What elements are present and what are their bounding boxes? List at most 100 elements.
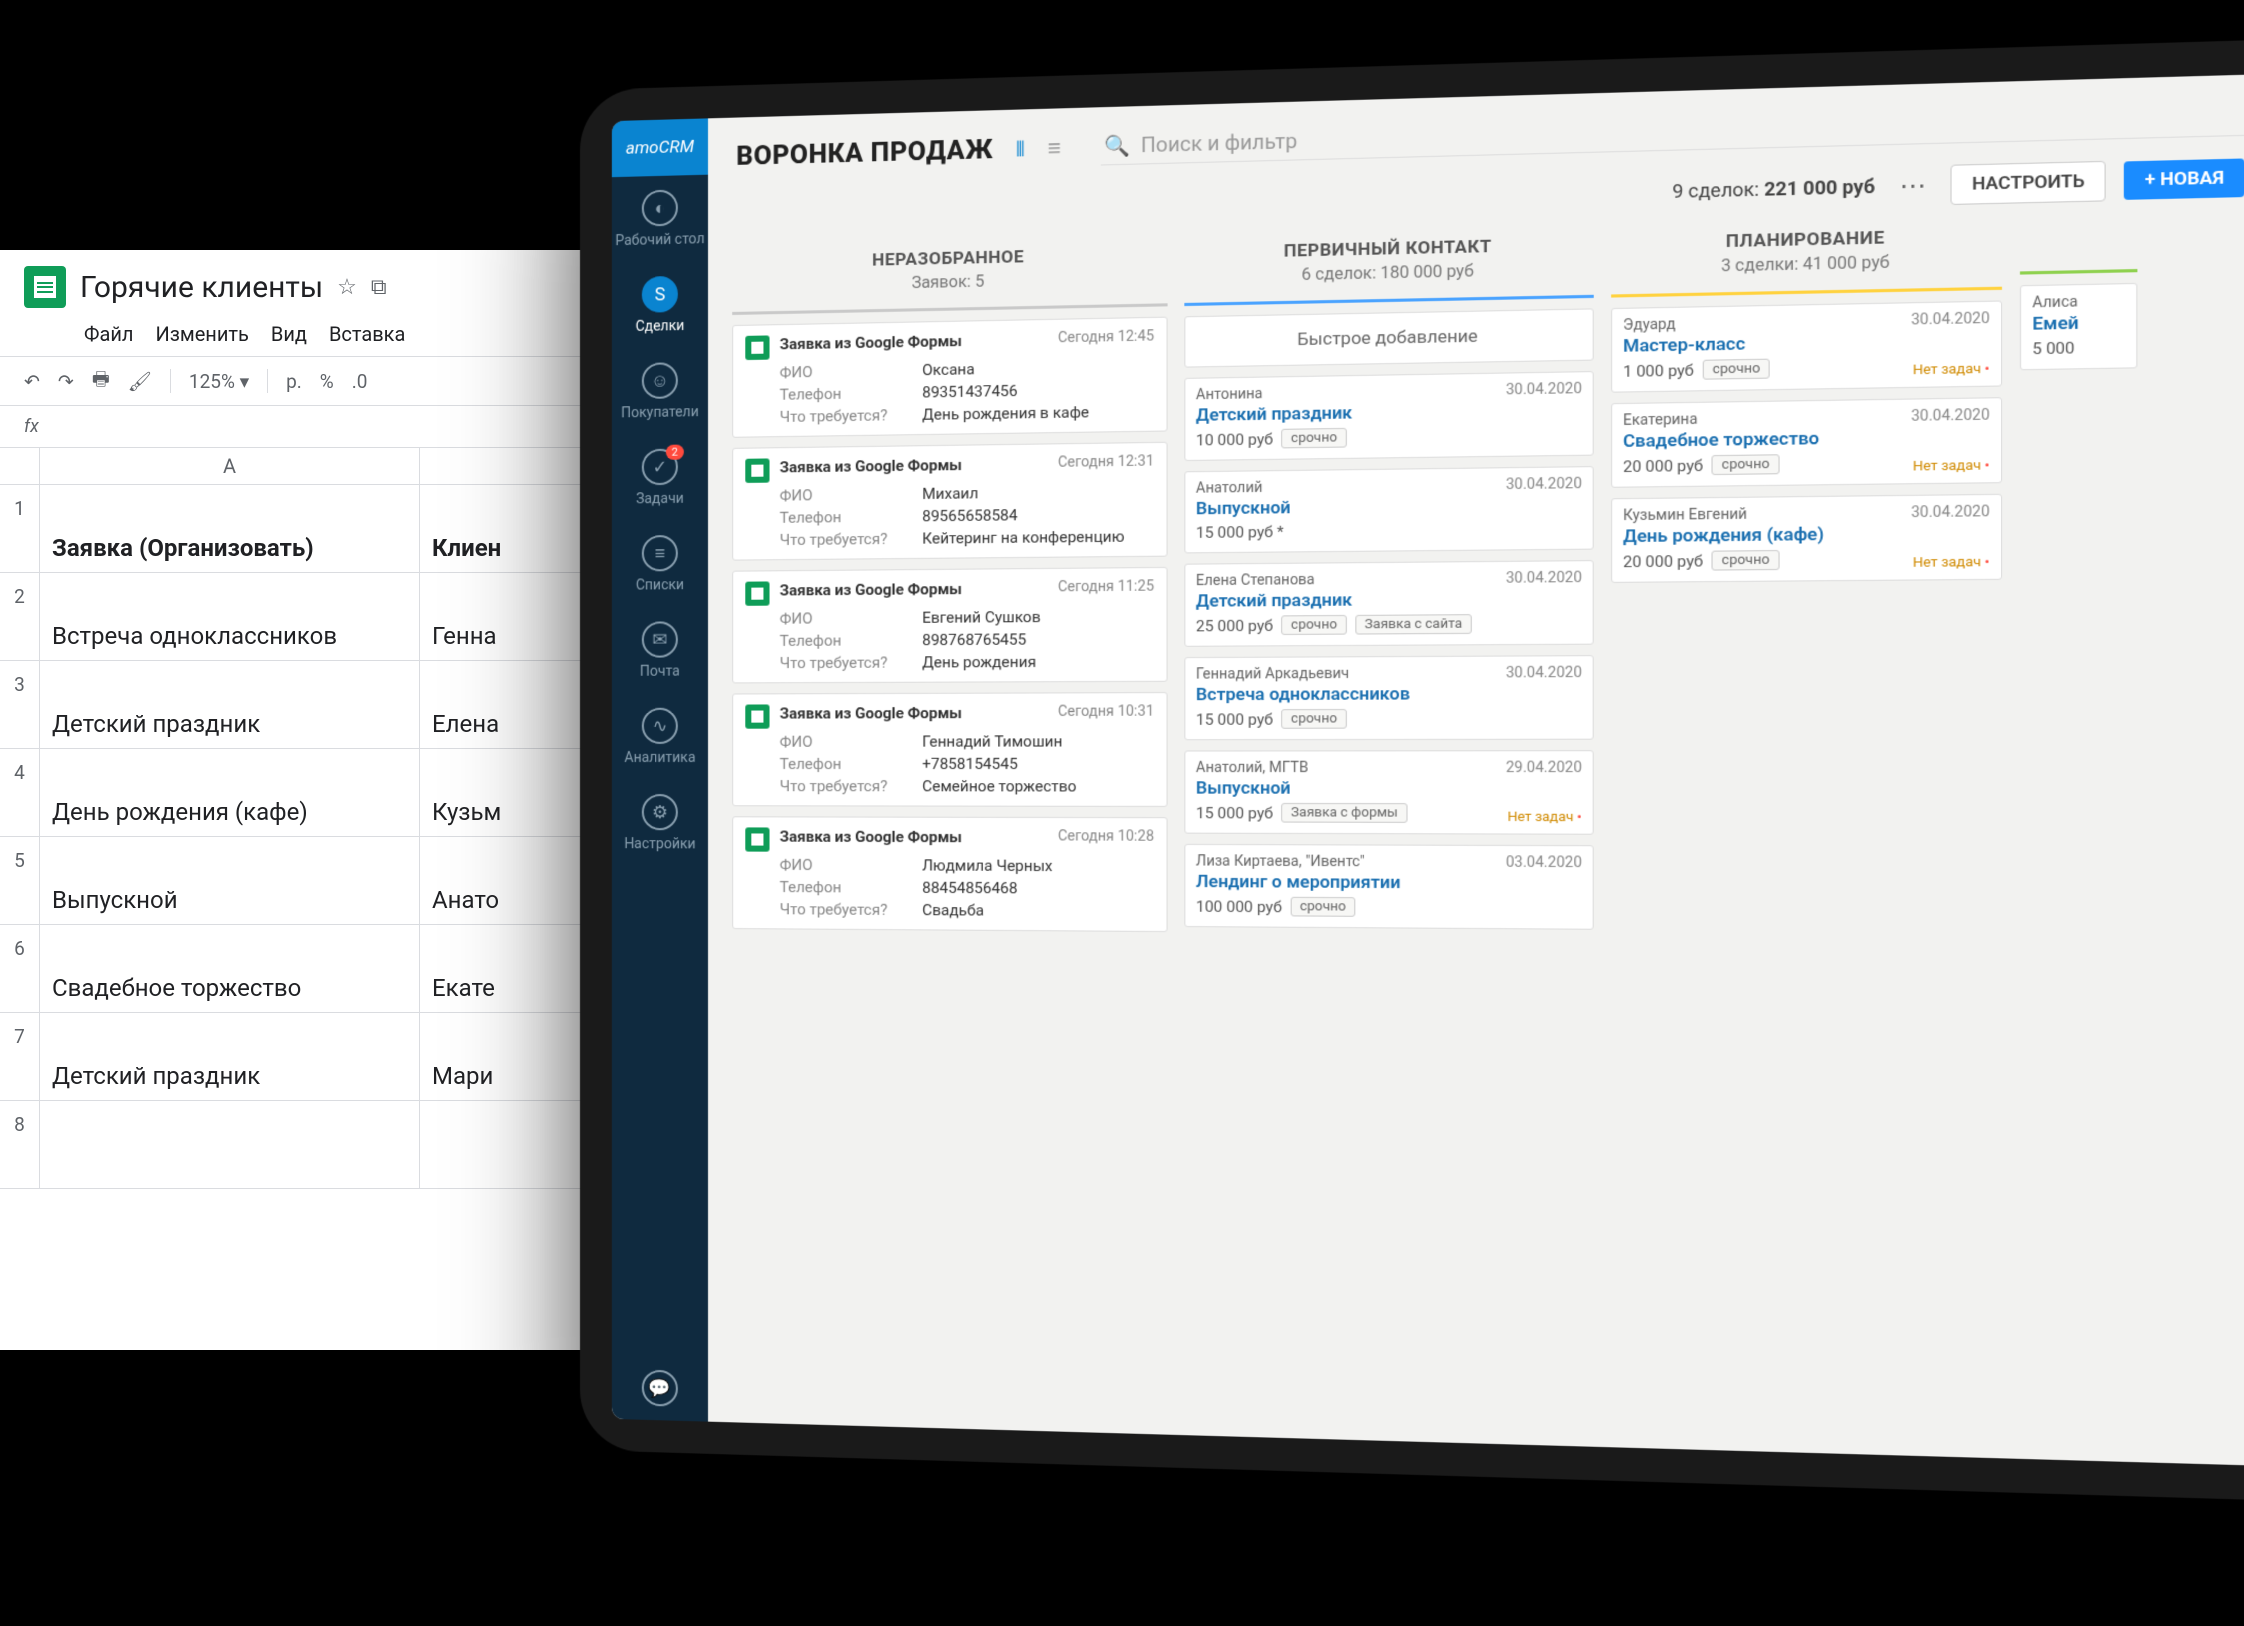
tag: срочно <box>1282 615 1347 635</box>
tag: срочно <box>1290 897 1355 917</box>
deal-card[interactable]: Анатолий 30.04.2020 Выпускной 15 000 руб… <box>1184 466 1593 553</box>
nav-deals[interactable]: S Сделки <box>612 261 708 349</box>
redo-icon[interactable]: ↷ <box>58 370 74 393</box>
cell[interactable]: Детский праздник <box>40 661 420 748</box>
deal-price: 1 000 руб <box>1623 360 1694 380</box>
deal-card[interactable]: Алиса Емей 5 000 <box>2020 283 2137 370</box>
cell[interactable] <box>40 1101 420 1188</box>
field-value: Свадьба <box>922 901 984 920</box>
row-number[interactable]: 6 <box>0 925 40 1012</box>
kanban-view-icon[interactable]: ⦀ <box>1016 136 1025 161</box>
table-row: 2 Встреча одноклассников Генна <box>0 573 620 661</box>
deal-card[interactable]: Кузьмин Евгений 30.04.2020 День рождения… <box>1611 494 2002 583</box>
nav-tasks[interactable]: ✓ 2 Задачи <box>612 434 708 522</box>
lead-time: Сегодня 12:45 <box>1058 328 1154 346</box>
menu-file[interactable]: Файл <box>84 322 133 346</box>
menu-view[interactable]: Вид <box>271 322 307 346</box>
row-number[interactable]: 1 <box>0 485 40 572</box>
column-subtitle: 3 сделки: 41 000 руб <box>1611 249 2002 277</box>
more-icon[interactable]: ⋯ <box>1893 170 1933 201</box>
lead-card[interactable]: Заявка из Google Формы Сегодня 11:25 ФИО… <box>732 567 1167 684</box>
deal-card[interactable]: Антонина 30.04.2020 Детский праздник 10 … <box>1184 371 1593 461</box>
lead-card[interactable]: Заявка из Google Формы Сегодня 12:45 ФИО… <box>732 317 1167 438</box>
star-icon[interactable]: ☆ <box>337 275 357 300</box>
deals-total: 9 сделок: 221 000 руб <box>1672 176 1875 203</box>
paint-format-icon[interactable]: 🖌 <box>128 370 152 393</box>
lead-time: Сегодня 10:28 <box>1058 828 1154 845</box>
deal-card[interactable]: Екатерина 30.04.2020 Свадебное торжество… <box>1611 397 2002 488</box>
sheets-window: Горячие клиенты ☆ ⧉ Файл Изменить Вид Вс… <box>0 250 620 1350</box>
new-deal-button[interactable]: + НОВАЯ <box>2124 158 2244 199</box>
nav-analytics[interactable]: ∿ Аналитика <box>612 694 708 780</box>
lead-title: Заявка из Google Формы <box>780 827 1048 846</box>
cell[interactable]: Детский праздник <box>40 1013 420 1100</box>
deal-price: 10 000 руб <box>1196 429 1273 449</box>
nav-desktop[interactable]: ◐ Рабочий стол <box>612 175 708 264</box>
menu-edit[interactable]: Изменить <box>155 322 248 346</box>
row-number[interactable]: 7 <box>0 1013 40 1100</box>
chat-icon: 💬 <box>642 1370 678 1407</box>
tasks-badge: 2 <box>666 445 684 460</box>
deal-date: 30.04.2020 <box>1506 570 1582 587</box>
nav-settings[interactable]: ⚙ Настройки <box>612 780 708 867</box>
deal-name: Емей <box>2032 312 2125 335</box>
row-number[interactable]: 2 <box>0 573 40 660</box>
row-number[interactable]: 8 <box>0 1101 40 1188</box>
deal-card[interactable]: Анатолий, МГТВ 29.04.2020 Выпускной 15 0… <box>1184 750 1593 835</box>
lead-card[interactable]: Заявка из Google Формы Сегодня 10:31 ФИО… <box>732 692 1167 807</box>
undo-icon[interactable]: ↶ <box>24 370 40 393</box>
menu-insert[interactable]: Вставка <box>329 322 405 346</box>
corner-cell[interactable] <box>0 448 40 484</box>
field-label: Что требуется? <box>780 653 923 672</box>
field-value: Семейное торжество <box>922 777 1076 795</box>
decimal-button[interactable]: .0 <box>352 370 368 393</box>
sheets-title[interactable]: Горячие клиенты <box>80 270 323 305</box>
cell[interactable]: Свадебное торжество <box>40 925 420 1012</box>
row-number[interactable]: 3 <box>0 661 40 748</box>
row-number[interactable]: 5 <box>0 837 40 924</box>
deal-card[interactable]: Эдуард 30.04.2020 Мастер-класс 1 000 руб… <box>1611 300 2002 392</box>
page-title: ВОРОНКА ПРОДАЖ <box>736 134 993 171</box>
nav-mail[interactable]: ✉ Почта <box>612 607 708 694</box>
field-value: Геннадий Тимошин <box>922 732 1062 750</box>
lead-title: Заявка из Google Формы <box>780 579 1048 599</box>
deal-name: Выпускной <box>1196 778 1582 799</box>
deal-name: Лендинг о мероприятии <box>1196 872 1582 895</box>
crm-main: ВОРОНКА ПРОДАЖ ⦀ ≡ 🔍 Поиск и фильтр 9 сд… <box>708 74 2244 1466</box>
configure-button[interactable]: НАСТРОИТЬ <box>1951 161 2107 205</box>
cell[interactable]: День рождения (кафе) <box>40 749 420 836</box>
separator <box>170 369 171 393</box>
lead-card[interactable]: Заявка из Google Формы Сегодня 10:28 ФИО… <box>732 816 1167 932</box>
deal-price: 15 000 руб * <box>1196 523 1284 542</box>
cell[interactable]: Заявка (Организовать) <box>40 485 420 572</box>
list-view-icon[interactable]: ≡ <box>1048 134 1061 161</box>
table-row: 8 <box>0 1101 620 1189</box>
lead-card[interactable]: Заявка из Google Формы Сегодня 12:31 ФИО… <box>732 442 1167 561</box>
quick-add-button[interactable]: Быстрое добавление <box>1184 308 1593 367</box>
field-value: Евгений Сушков <box>922 608 1040 627</box>
column-primary-contact: ПЕРВИЧНЫЙ КОНТАКТ 6 сделок: 180 000 руб … <box>1176 228 1602 1447</box>
deal-card[interactable]: Геннадий Аркадьевич 30.04.2020 Встреча о… <box>1184 655 1593 740</box>
field-label: Телефон <box>780 878 923 897</box>
deal-card[interactable]: Лиза Киртаева, "Ивентс" 03.04.2020 Ленди… <box>1184 844 1593 930</box>
cell[interactable]: Выпускной <box>40 837 420 924</box>
google-forms-icon <box>745 581 769 605</box>
currency-button[interactable]: р. <box>286 370 302 393</box>
no-tasks-badge: Нет задач <box>1913 554 1990 571</box>
formula-bar[interactable]: fx <box>0 406 620 448</box>
nav-buyers[interactable]: ☺ Покупатели <box>612 348 708 436</box>
print-icon[interactable]: 🖶 <box>92 365 110 397</box>
cell[interactable]: Встреча одноклассников <box>40 573 420 660</box>
nav-lists[interactable]: ≡ Списки <box>612 521 708 608</box>
tag: срочно <box>1712 454 1780 475</box>
nav-chat[interactable]: 💬 <box>612 1355 708 1422</box>
percent-button[interactable]: % <box>320 370 334 393</box>
field-label: ФИО <box>780 732 923 750</box>
zoom-select[interactable]: 125% ▾ <box>189 370 249 393</box>
table-row: 1 Заявка (Организовать) Клиен <box>0 485 620 573</box>
deal-card[interactable]: Елена Степанова 30.04.2020 Детский празд… <box>1184 560 1593 647</box>
folder-icon[interactable]: ⧉ <box>371 275 387 300</box>
row-number[interactable]: 4 <box>0 749 40 836</box>
crm-app: amoCRM ◐ Рабочий стол S Сделки ☺ Покупат… <box>612 74 2244 1466</box>
column-header-a[interactable]: A <box>40 448 420 484</box>
